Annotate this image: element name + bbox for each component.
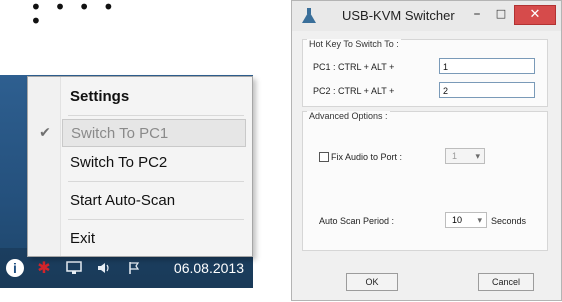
dialog-title: USB-KVM Switcher bbox=[342, 8, 455, 23]
fix-audio-label: Fix Audio to Port : bbox=[331, 152, 403, 162]
fix-audio-port-value: 1 bbox=[452, 151, 458, 161]
auto-scan-period-label: Auto Scan Period : bbox=[319, 216, 395, 226]
kvm-settings-dialog: USB-KVM Switcher – □ ✕ Hot Key To Switch… bbox=[291, 0, 562, 301]
chevron-down-icon: ▾ bbox=[475, 151, 480, 161]
menu-gutter bbox=[28, 77, 61, 256]
menu-item-switch-pc1[interactable]: Switch To PC1 bbox=[62, 119, 246, 147]
advanced-options-group: Advanced Options : Fix Audio to Port : 1… bbox=[302, 111, 548, 251]
ok-button[interactable]: OK bbox=[346, 273, 398, 291]
auto-scan-period-select[interactable]: 10 ▾ bbox=[445, 212, 487, 228]
kvm-tray-icon[interactable]: ✱ bbox=[34, 258, 54, 278]
cancel-button[interactable]: Cancel bbox=[478, 273, 534, 291]
pc1-hotkey-label: PC1 : CTRL + ALT + bbox=[313, 62, 395, 72]
menu-separator bbox=[68, 115, 244, 116]
hotkey-group-legend: Hot Key To Switch To : bbox=[307, 39, 401, 49]
cropped-top-glyphs: • • • • • bbox=[30, 0, 118, 33]
pc1-hotkey-input[interactable]: 1 bbox=[439, 58, 535, 74]
pc2-hotkey-label: PC2 : CTRL + ALT + bbox=[313, 86, 395, 96]
clock-date[interactable]: 06.08.2013 bbox=[174, 260, 246, 276]
menu-item-exit[interactable]: Exit bbox=[62, 225, 246, 253]
info-icon[interactable]: i bbox=[6, 259, 24, 277]
menu-item-switch-pc2[interactable]: Switch To PC2 bbox=[62, 149, 246, 177]
chevron-down-icon: ▾ bbox=[477, 215, 482, 225]
app-icon bbox=[302, 8, 316, 23]
hotkey-group: Hot Key To Switch To : PC1 : CTRL + ALT … bbox=[302, 39, 548, 107]
close-button[interactable]: ✕ bbox=[514, 5, 556, 25]
network-icon[interactable] bbox=[64, 258, 84, 278]
auto-scan-unit-label: Seconds bbox=[491, 216, 527, 226]
dialog-titlebar[interactable]: USB-KVM Switcher – □ ✕ bbox=[292, 1, 561, 31]
flag-icon[interactable] bbox=[124, 258, 144, 278]
pc2-hotkey-input[interactable]: 2 bbox=[439, 82, 535, 98]
fix-audio-checkbox[interactable] bbox=[319, 152, 329, 162]
menu-separator bbox=[68, 181, 244, 182]
menu-item-settings[interactable]: Settings bbox=[62, 83, 246, 111]
advanced-group-legend: Advanced Options : bbox=[307, 111, 390, 121]
menu-separator bbox=[68, 219, 244, 220]
menu-item-start-auto-scan[interactable]: Start Auto-Scan bbox=[62, 187, 246, 215]
maximize-button[interactable]: □ bbox=[490, 5, 512, 25]
fix-audio-port-select[interactable]: 1 ▾ bbox=[445, 148, 485, 164]
tray-context-menu: Settings ✔ Switch To PC1 Switch To PC2 S… bbox=[27, 76, 253, 257]
minimize-button[interactable]: – bbox=[466, 5, 488, 25]
volume-icon[interactable] bbox=[94, 258, 114, 278]
check-icon: ✔ bbox=[39, 125, 51, 141]
auto-scan-period-value: 10 bbox=[452, 215, 463, 225]
